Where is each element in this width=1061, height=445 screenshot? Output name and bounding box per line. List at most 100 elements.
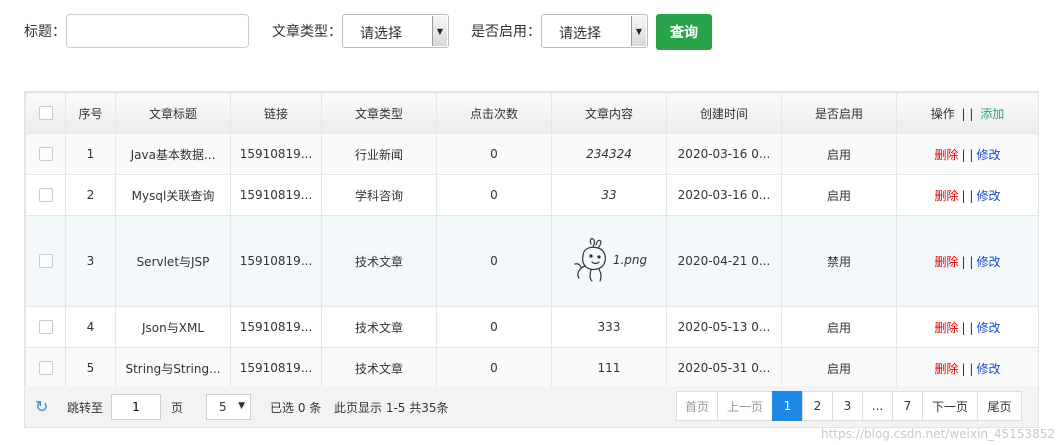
next-page-button[interactable]: 下一页	[922, 391, 978, 421]
edit-link[interactable]: 修改	[976, 189, 1000, 203]
enabled-label: 是否启用：	[471, 24, 541, 40]
action-separator: | |	[961, 254, 974, 269]
cell-clicks: 0	[436, 347, 552, 389]
edit-link[interactable]: 修改	[976, 255, 1000, 269]
cell-type: 技术文章	[321, 347, 437, 389]
type-select-value: 请选择	[360, 26, 402, 42]
cell-index: 2	[65, 174, 116, 216]
prev-page-button[interactable]: 上一页	[717, 391, 773, 421]
action-separator: | |	[961, 147, 974, 162]
header-separator: | |	[961, 106, 974, 121]
cell-index: 1	[65, 133, 116, 175]
row-checkbox-cell	[25, 306, 66, 348]
delete-link[interactable]: 删除	[935, 255, 959, 269]
cell-content: 33	[551, 174, 667, 216]
header-checkbox-cell	[25, 92, 66, 134]
cell-link: 15910819...	[230, 174, 322, 216]
page-buttons: 首页 上一页 1 2 3 ... 7 下一页 尾页	[676, 391, 1022, 421]
cell-actions: 删除 | | 修改	[896, 133, 1039, 175]
row-checkbox-cell	[25, 347, 66, 389]
cell-content: 234324	[551, 133, 667, 175]
enabled-select[interactable]: 请选择 ▼	[541, 14, 648, 48]
delete-link[interactable]: 删除	[935, 189, 959, 203]
title-label: 标题：	[24, 24, 66, 40]
row-checkbox-cell	[25, 133, 66, 175]
cell-index: 4	[65, 306, 116, 348]
header-link: 链接	[230, 92, 322, 134]
edit-link[interactable]: 修改	[976, 321, 1000, 335]
cell-enabled: 禁用	[781, 215, 897, 307]
cell-actions: 删除 | | 修改	[896, 215, 1039, 307]
row-checkbox[interactable]	[38, 320, 53, 335]
delete-link[interactable]: 删除	[935, 148, 959, 162]
selected-count: 已选 0 条	[270, 401, 322, 415]
cell-title: Servlet与JSP	[115, 215, 231, 307]
page-unit-label: 页	[171, 401, 184, 415]
cell-clicks: 0	[436, 215, 552, 307]
cell-content: 111	[551, 347, 667, 389]
cell-type: 学科咨询	[321, 174, 437, 216]
row-checkbox[interactable]	[38, 254, 53, 269]
cell-link: 15910819...	[230, 133, 322, 175]
page-button-2[interactable]: 2	[802, 391, 833, 421]
row-checkbox[interactable]	[38, 147, 53, 162]
header-title: 文章标题	[115, 92, 231, 134]
page-button-1[interactable]: 1	[772, 391, 803, 421]
cell-enabled: 启用	[781, 306, 897, 348]
header-created: 创建时间	[666, 92, 782, 134]
header-type: 文章类型	[321, 92, 437, 134]
cell-clicks: 0	[436, 174, 552, 216]
page-size-select[interactable]: 5 ▼	[206, 394, 251, 420]
type-label: 文章类型：	[272, 24, 342, 40]
row-checkbox-cell	[25, 215, 66, 307]
cell-enabled: 启用	[781, 174, 897, 216]
row-checkbox[interactable]	[38, 188, 53, 203]
cell-created: 2020-04-21 0...	[666, 215, 782, 307]
type-select[interactable]: 请选择 ▼	[342, 14, 449, 48]
cell-clicks: 0	[436, 133, 552, 175]
page-summary: 此页显示 1-5 共35条	[334, 401, 449, 415]
jump-label: 跳转至	[67, 401, 104, 415]
cell-actions: 删除 | | 修改	[896, 174, 1039, 216]
caret-down-icon: ▼	[238, 401, 245, 411]
delete-link[interactable]: 删除	[935, 321, 959, 335]
content-image-caption: 1.png	[612, 252, 648, 267]
cell-index: 3	[65, 215, 116, 307]
query-button[interactable]: 查询	[656, 14, 712, 50]
table-row: 2 Mysql关联查询 15910819... 学科咨询 0 33 2020-0…	[25, 174, 1039, 216]
select-all-checkbox[interactable]	[38, 106, 53, 121]
cell-index: 5	[65, 347, 116, 389]
chevron-down-icon[interactable]: ▼	[631, 16, 646, 46]
cell-title: String与String...	[115, 347, 231, 389]
header-index: 序号	[65, 92, 116, 134]
edit-link[interactable]: 修改	[976, 148, 1000, 162]
header-clicks: 点击次数	[436, 92, 552, 134]
header-content: 文章内容	[551, 92, 667, 134]
refresh-icon[interactable]: ↻	[35, 399, 48, 415]
add-link[interactable]: 添加	[980, 107, 1004, 121]
cell-type: 技术文章	[321, 306, 437, 348]
title-input[interactable]	[66, 14, 249, 48]
chevron-down-icon[interactable]: ▼	[432, 16, 447, 46]
cell-content: 333	[551, 306, 667, 348]
last-page-button[interactable]: 尾页	[977, 391, 1022, 421]
cell-content: 1.png	[551, 215, 667, 307]
first-page-button[interactable]: 首页	[676, 391, 718, 421]
page-button-7[interactable]: 7	[892, 391, 923, 421]
delete-link[interactable]: 删除	[935, 362, 959, 376]
action-separator: | |	[961, 320, 974, 335]
edit-link[interactable]: 修改	[976, 362, 1000, 376]
action-separator: | |	[961, 361, 974, 376]
page-button-3[interactable]: 3	[832, 391, 863, 421]
table-row: 4 Json与XML 15910819... 技术文章 0 333 2020-0…	[25, 306, 1039, 348]
cell-created: 2020-03-16 0...	[666, 133, 782, 175]
row-checkbox[interactable]	[38, 361, 53, 376]
article-table: 序号 文章标题 链接 文章类型 点击次数 文章内容 创建时间 是否启用 操作 |…	[24, 91, 1039, 390]
enabled-select-value: 请选择	[559, 26, 601, 42]
header-ops: 操作 | | 添加	[896, 92, 1039, 134]
jump-page-input[interactable]	[111, 394, 161, 420]
table-row: 5 String与String... 15910819... 技术文章 0 11…	[25, 347, 1039, 389]
cartoon-bunny-icon	[574, 237, 606, 282]
cell-actions: 删除 | | 修改	[896, 306, 1039, 348]
cell-actions: 删除 | | 修改	[896, 347, 1039, 389]
